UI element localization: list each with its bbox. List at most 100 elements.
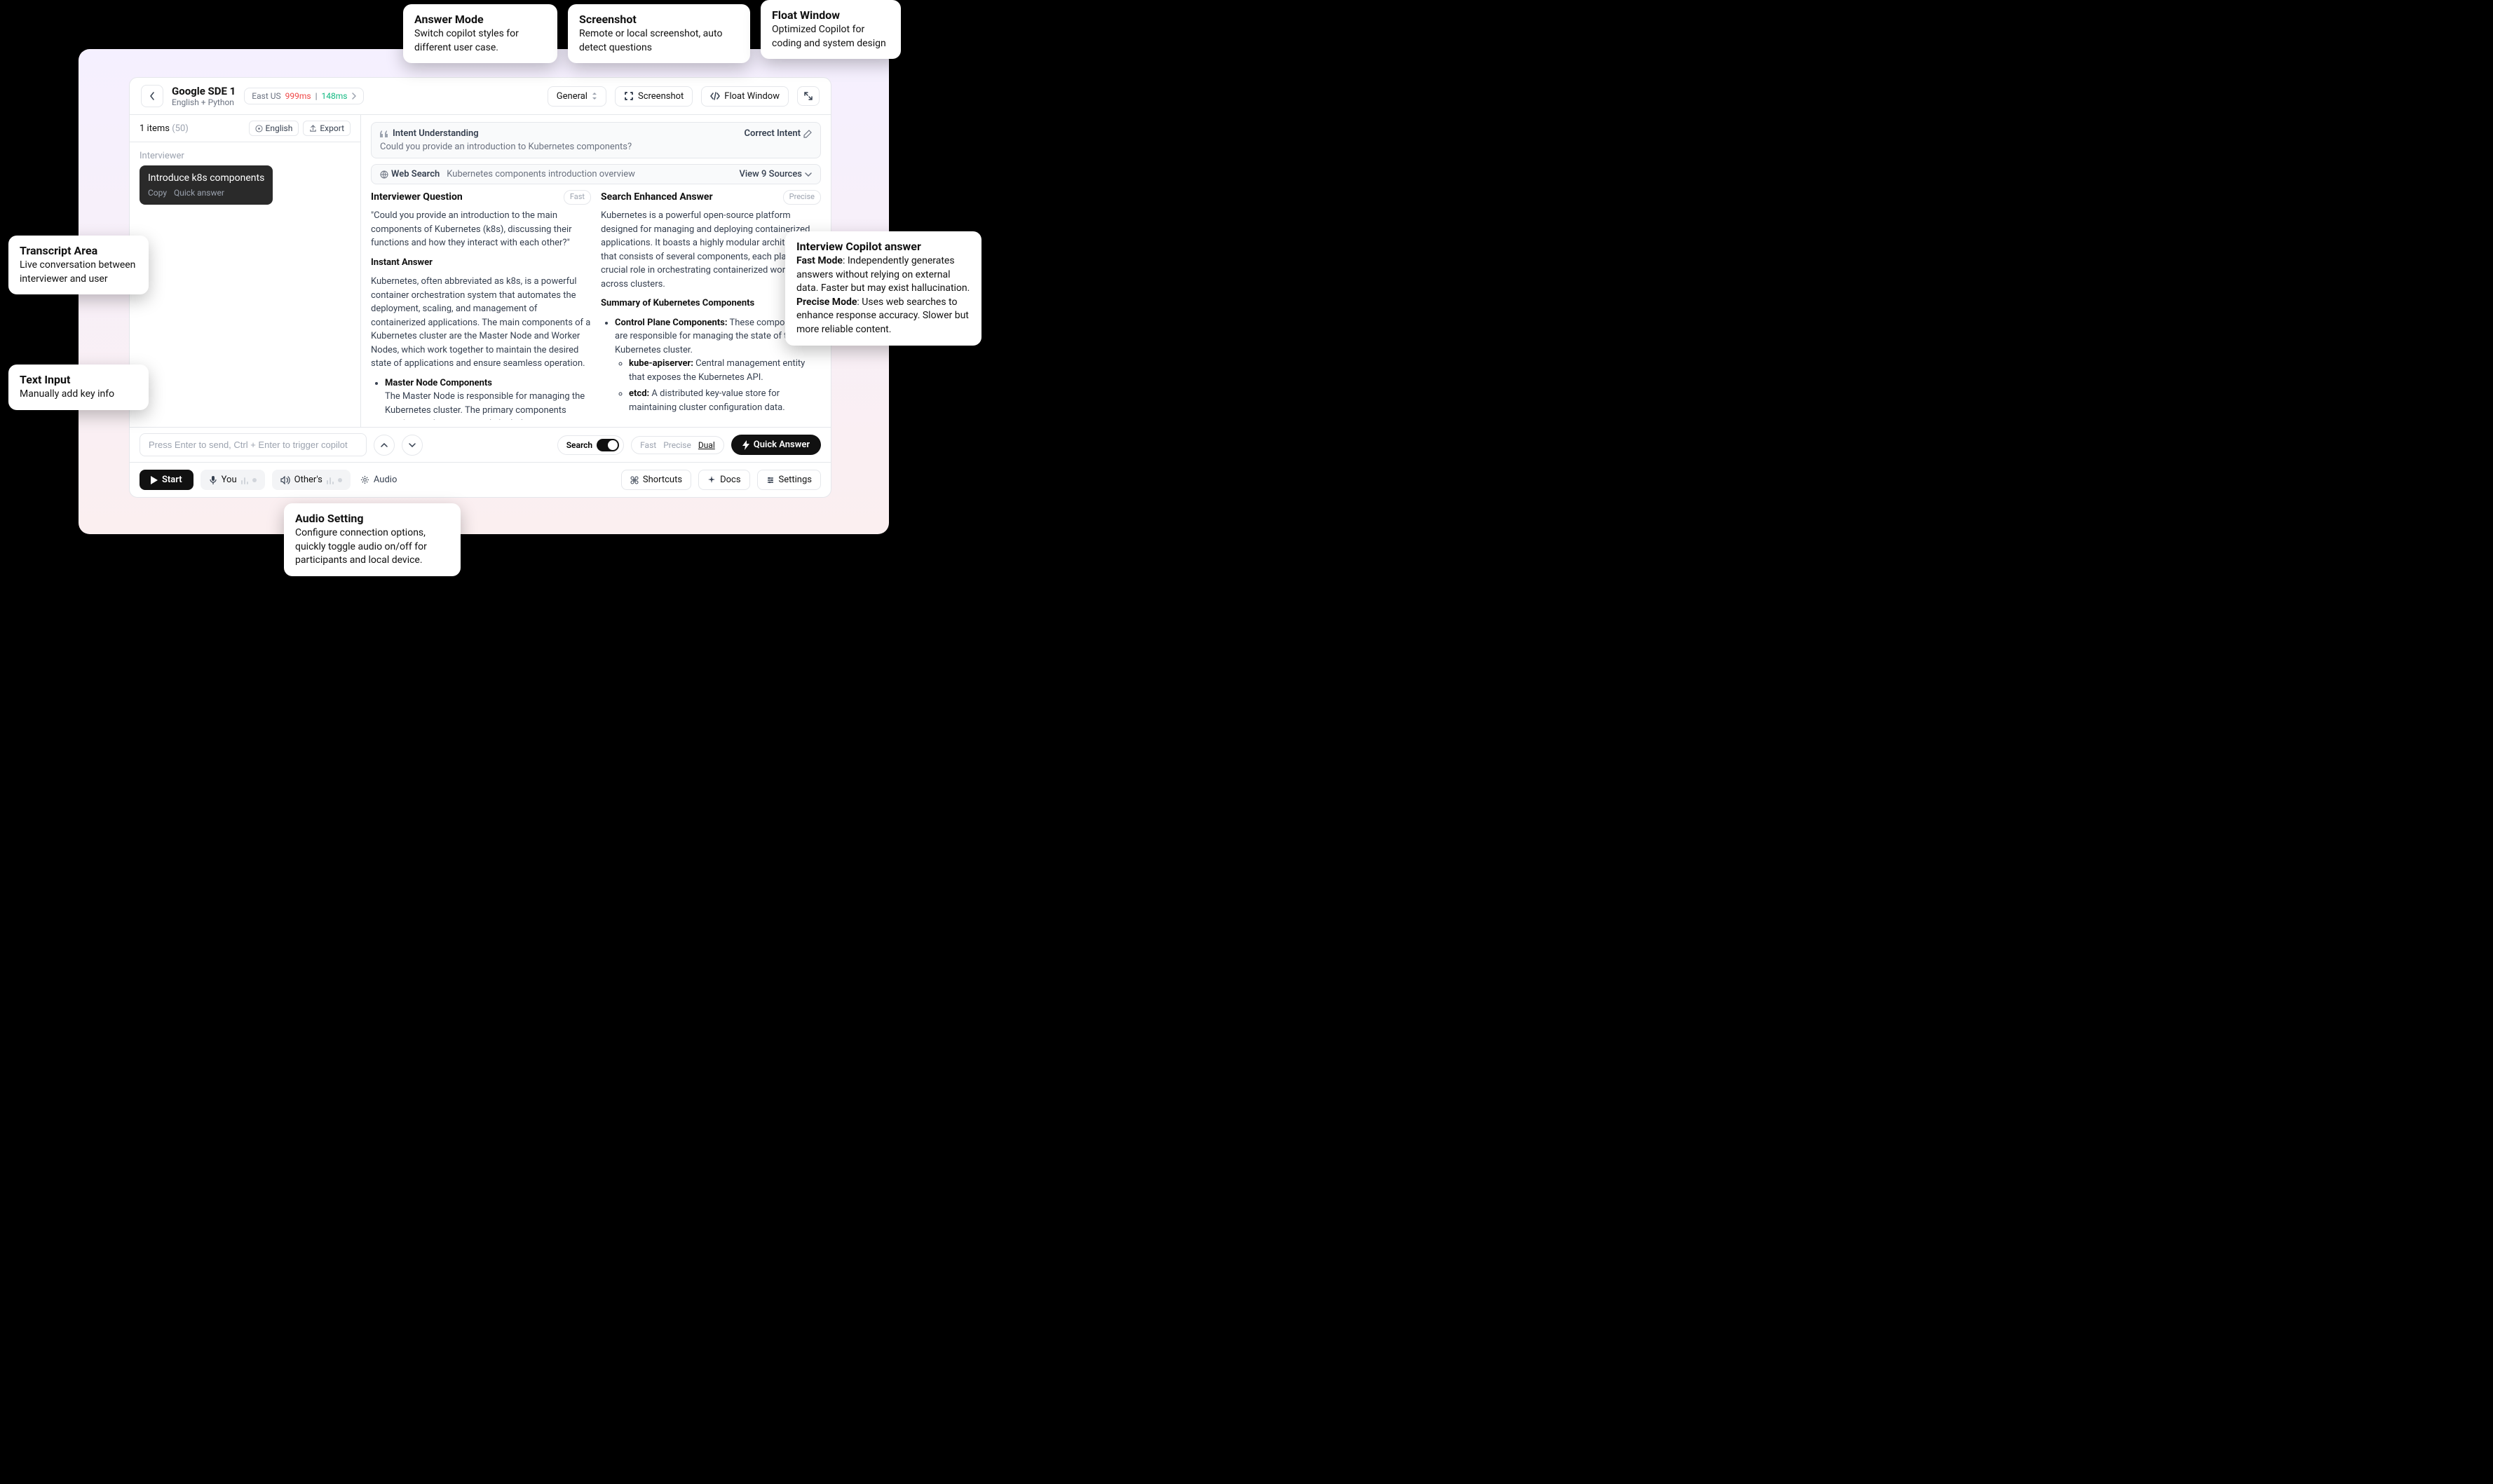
callout-body: Remote or local screenshot, auto detect … [579,27,739,55]
callout-title: Interview Copilot answer [796,240,970,253]
speaker-icon [280,476,290,484]
you-label: You [222,475,237,485]
callout-title: Screenshot [579,13,739,26]
float-window-button[interactable]: Float Window [701,86,789,107]
expand-button[interactable] [797,86,820,106]
settings-icon [360,475,369,484]
sliders-icon [766,476,775,484]
play-icon [151,476,158,484]
screenshot-icon [624,91,634,101]
right-panel: Intent Understanding Correct Intent Coul… [361,115,831,427]
callout-body: Live conversation between interviewer an… [20,259,137,286]
scroll-down-button[interactable] [402,435,423,456]
gear-icon [255,125,263,132]
page-subtitle: English + Python [172,97,236,107]
callout-body: Switch copilot styles for different user… [414,27,546,55]
web-search-bar: Web Search Kubernetes components introdu… [371,164,821,184]
bottom-bar: Start You Other's Audio Shortcuts Docs [130,462,831,497]
li1-title: Master Node Components [385,378,492,388]
master-node-item: Master Node Components The Master Node i… [385,376,591,421]
search-toggle-label: Search [566,440,592,450]
others-button[interactable]: Other's [272,470,351,490]
screenshot-label: Screenshot [638,91,684,102]
items-muted: (50) [172,123,189,134]
apiserver-item: kube-apiserver: Central management entit… [629,357,821,384]
export-button[interactable]: Export [303,121,351,136]
screenshot-button[interactable]: Screenshot [615,86,693,107]
app-window: Google SDE 1 English + Python East US 99… [129,77,831,498]
edit-icon [803,130,812,138]
start-button[interactable]: Start [140,470,193,490]
command-icon [630,476,639,484]
latency-pill[interactable]: East US 999ms | 148ms [244,88,363,104]
view-sources-label: View 9 Sources [739,169,802,179]
callout-body: Configure connection options, quickly to… [295,526,449,568]
sub1-label: kube-apiserver: [629,358,693,369]
callout-body: Fast Mode: Independently generates answe… [796,254,970,337]
copy-action[interactable]: Copy [148,188,167,198]
summary-title: Summary of Kubernetes Components [601,298,754,308]
web-search-label: Web Search [391,169,440,179]
mic-icon [209,475,217,485]
li1-body: The Master Node is responsible for manag… [385,391,585,420]
latency-fast: 148ms [322,91,348,101]
fast-answer-column: Interviewer Question Fast "Could you pro… [371,190,591,420]
audio-label: Audio [374,475,397,485]
general-button[interactable]: General [548,86,606,107]
bullet1-label: Control Plane Components: [615,318,728,328]
shortcuts-button[interactable]: Shortcuts [621,470,691,490]
mode-fast[interactable]: Fast [640,440,656,450]
settings-label: Settings [779,475,812,485]
fast-badge: Fast [564,190,591,205]
instant-answer-label: Instant Answer [371,257,433,268]
callout-copilot-answer: Interview Copilot answer Fast Mode: Inde… [785,231,981,346]
mode-selector: Fast Precise Dual [631,436,724,454]
fast-question: "Could you provide an introduction to th… [371,209,591,250]
start-label: Start [162,475,182,485]
callout-title: Transcript Area [20,244,137,257]
sort-icon [592,93,597,100]
language-button[interactable]: English [249,121,299,136]
audio-settings[interactable]: Audio [360,475,397,485]
quote-icon [380,130,388,137]
chevron-up-icon [381,443,388,447]
chevron-down-icon [409,443,416,447]
back-button[interactable] [141,85,163,107]
quick-answer-button[interactable]: Quick Answer [731,435,821,455]
left-panel: 1 items (50) English Export Interviewer [130,115,361,427]
callout-title: Text Input [20,373,137,386]
region-label: East US [252,91,280,101]
message-input[interactable] [140,433,367,456]
docs-label: Docs [720,475,740,485]
correct-intent-button[interactable]: Correct Intent [745,128,812,139]
left-toolbar: 1 items (50) English Export [130,115,360,142]
callout-answer-mode: Answer Mode Switch copilot styles for di… [403,4,557,63]
docs-button[interactable]: Docs [698,470,749,490]
instant-answer-body: Kubernetes, often abbreviated as k8s, is… [371,275,591,371]
callout-body: Manually add key info [20,388,137,402]
settings-button[interactable]: Settings [757,470,821,490]
callout-screenshot: Screenshot Remote or local screenshot, a… [568,4,750,63]
transcript-message[interactable]: Introduce k8s components Copy Quick answ… [140,165,273,205]
you-button[interactable]: You [201,470,265,490]
callout-title: Float Window [772,8,890,22]
quick-answer-action[interactable]: Quick answer [174,188,224,198]
body: 1 items (50) English Export Interviewer [130,115,831,427]
sub2-label: etcd: [629,388,649,399]
precise-title: Search Enhanced Answer [601,190,713,205]
mode-dual[interactable]: Dual [698,440,715,450]
sub2-body: A distributed key-value store for mainta… [629,388,785,413]
chevron-left-icon [149,92,155,100]
export-label: Export [320,123,344,133]
fast-mode-label: Fast Mode [796,255,843,266]
status-dot-icon [252,478,257,482]
callout-text-input: Text Input Manually add key info [8,365,149,410]
scroll-up-button[interactable] [374,435,395,456]
volume-bars-icon [241,476,248,484]
view-sources-button[interactable]: View 9 Sources [739,169,812,179]
code-icon [710,91,720,101]
status-dot-icon [338,478,342,482]
mode-precise[interactable]: Precise [663,440,691,450]
precise-mode-label: Precise Mode [796,297,857,308]
search-toggle[interactable]: Search [557,435,624,455]
